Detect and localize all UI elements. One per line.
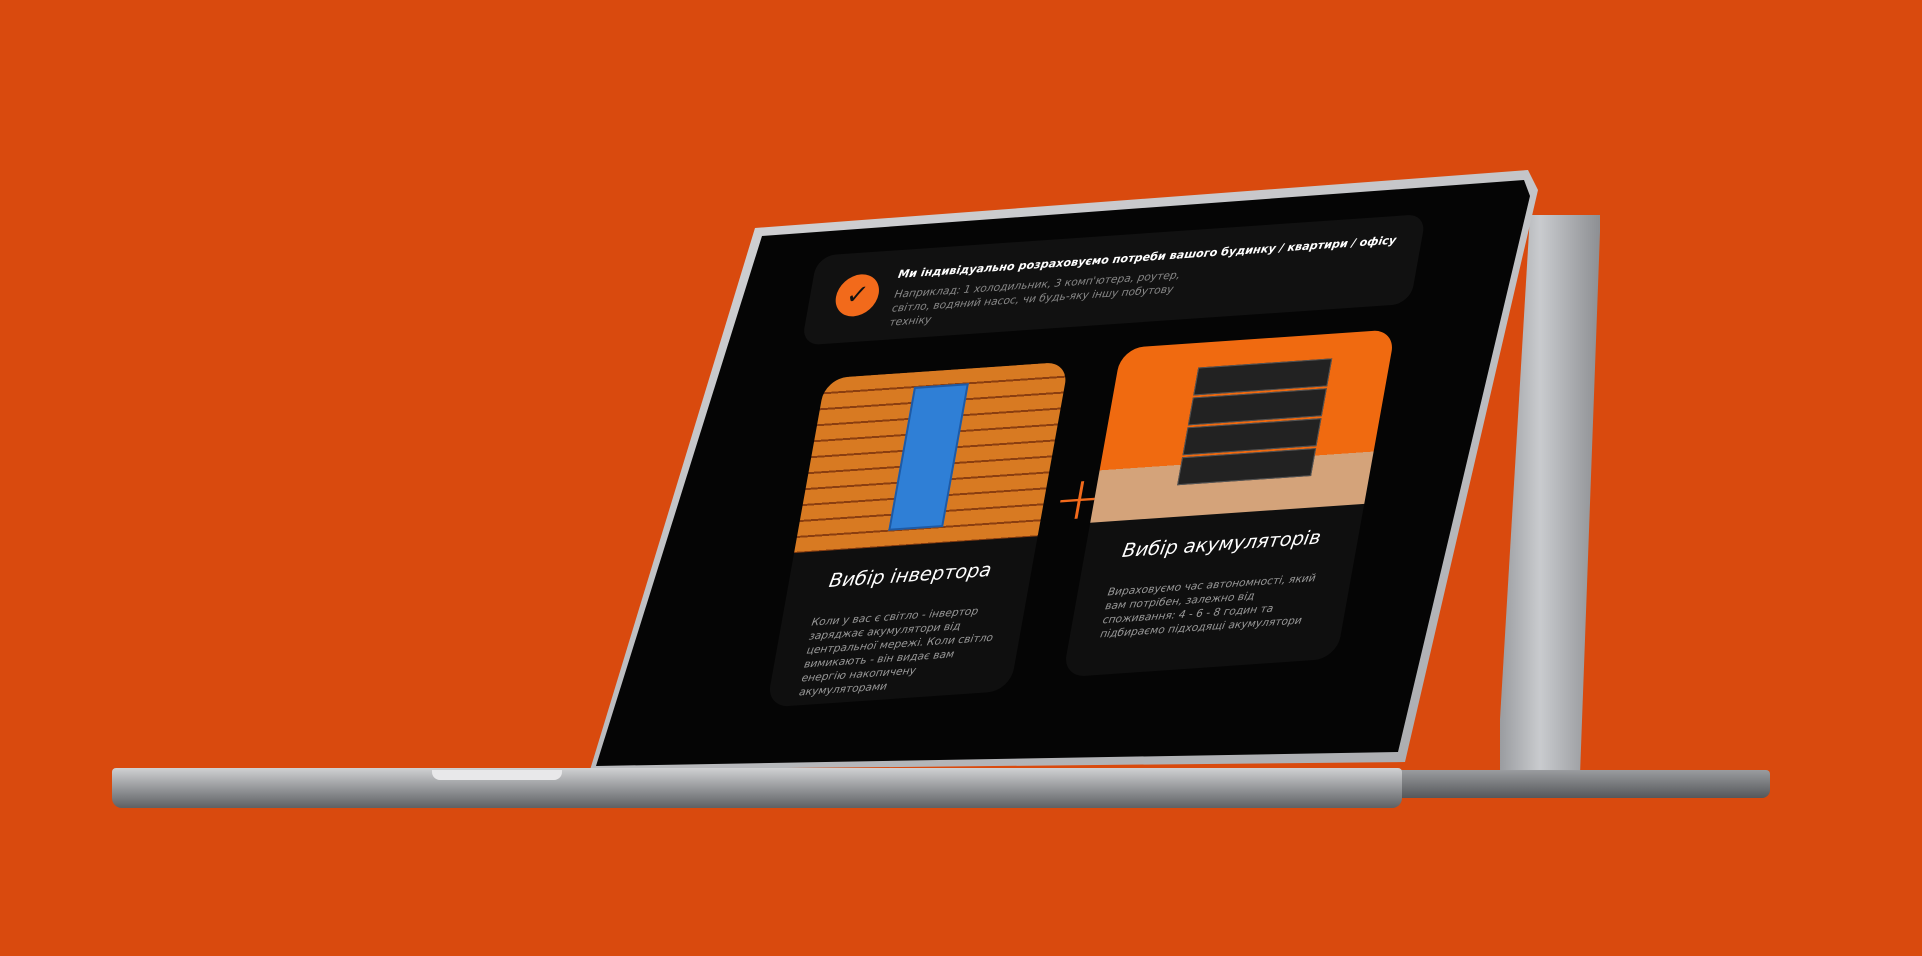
card-title: Вибір акумуляторів	[1120, 526, 1323, 563]
card-text: Коли у вас є світло - інвертор заряджає …	[798, 605, 995, 699]
check-icon: ✓	[832, 272, 883, 318]
card-text: Вираховуємо час автономності, який вам п…	[1099, 572, 1317, 641]
notice-banner: ✓ Ми індивідуально розраховуємо потреби …	[801, 213, 1427, 346]
card-title: Вибір інвертора	[827, 558, 994, 593]
second-laptop-base	[1390, 770, 1770, 798]
card-inverter: Вибір інвертора Коли у вас є світло - ін…	[766, 361, 1069, 708]
batteries-image	[1090, 329, 1396, 523]
trackpad-notch	[432, 770, 562, 780]
web-page: ✓ Ми індивідуально розраховуємо потреби …	[667, 191, 1471, 759]
laptop-screen: ✓ Ми індивідуально розраховуємо потреби …	[596, 180, 1530, 766]
inverter-image	[794, 361, 1069, 553]
card-batteries: Вибір акумуляторів Вираховуємо час автон…	[1062, 329, 1396, 678]
second-laptop-lid	[1500, 215, 1600, 775]
laptop-base	[112, 768, 1402, 808]
